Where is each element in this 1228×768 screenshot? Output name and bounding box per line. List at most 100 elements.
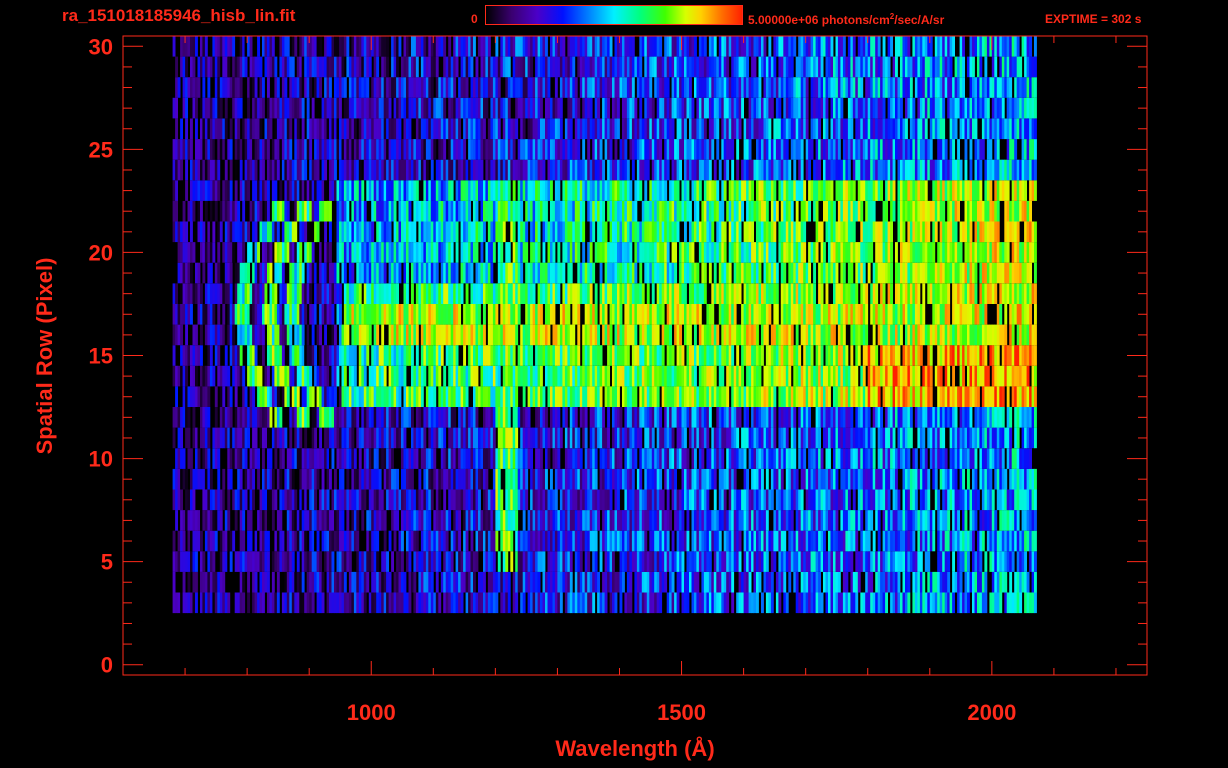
heatmap-cell bbox=[592, 386, 596, 407]
heatmap-cell bbox=[626, 551, 630, 572]
heatmap-cell bbox=[617, 510, 620, 531]
heatmap-cell bbox=[617, 571, 620, 593]
heatmap-cell bbox=[939, 592, 943, 614]
heatmap-cell bbox=[684, 283, 687, 304]
heatmap-cell bbox=[381, 365, 385, 387]
heatmap-cell bbox=[644, 407, 648, 428]
heatmap-cell bbox=[731, 489, 735, 511]
heatmap-cell bbox=[939, 324, 943, 346]
heatmap-cell bbox=[624, 324, 628, 346]
heatmap-cell bbox=[411, 468, 414, 490]
heatmap-cell bbox=[420, 407, 424, 428]
heatmap-cell bbox=[336, 283, 340, 304]
heatmap-cell bbox=[952, 489, 955, 511]
heatmap-cell bbox=[386, 427, 389, 449]
heatmap-cell bbox=[172, 468, 176, 490]
heatmap-cell bbox=[234, 262, 238, 284]
heatmap-cell bbox=[291, 551, 295, 572]
heatmap-cell bbox=[415, 304, 419, 325]
heatmap-cell bbox=[478, 448, 481, 469]
heatmap-cell bbox=[937, 551, 941, 572]
heatmap-cell bbox=[214, 448, 218, 469]
heatmap-cell bbox=[656, 407, 660, 428]
heatmap-cell bbox=[1006, 283, 1010, 304]
heatmap-cell bbox=[502, 345, 506, 366]
heatmap-cell bbox=[177, 262, 181, 284]
heatmap-cell bbox=[646, 571, 650, 593]
heatmap-cell bbox=[706, 386, 710, 407]
heatmap-cell bbox=[984, 386, 988, 407]
heatmap-cell bbox=[803, 530, 807, 552]
heatmap-cell bbox=[485, 592, 489, 614]
heatmap-cell bbox=[865, 283, 869, 304]
heatmap-cell bbox=[845, 283, 849, 304]
heatmap-cell bbox=[363, 571, 367, 593]
heatmap-cell bbox=[706, 489, 710, 511]
heatmap-cell bbox=[331, 324, 335, 346]
heatmap-cell bbox=[922, 386, 926, 407]
heatmap-cell bbox=[991, 365, 995, 387]
heatmap-cell bbox=[810, 345, 814, 366]
heatmap-cell bbox=[522, 345, 526, 366]
heatmap-cell bbox=[726, 571, 730, 593]
heatmap-cell bbox=[842, 571, 846, 593]
heatmap-cell bbox=[296, 448, 300, 469]
heatmap-cell bbox=[520, 448, 524, 469]
heatmap-cell bbox=[748, 551, 752, 572]
heatmap-cell bbox=[845, 592, 849, 614]
heatmap-cell bbox=[376, 345, 380, 366]
heatmap-cell bbox=[415, 551, 419, 572]
heatmap-cell bbox=[450, 407, 454, 428]
heatmap-cell bbox=[500, 448, 504, 469]
heatmap-cell bbox=[924, 489, 928, 511]
heatmap-cell bbox=[264, 304, 268, 325]
heatmap-cell bbox=[269, 407, 273, 428]
heatmap-cell bbox=[547, 489, 551, 511]
heatmap-cell bbox=[691, 448, 695, 469]
heatmap-cell bbox=[463, 304, 466, 325]
heatmap-cell bbox=[309, 262, 313, 284]
heatmap-cell bbox=[279, 304, 283, 325]
heatmap-cell bbox=[909, 551, 913, 572]
heatmap-cell bbox=[756, 448, 759, 469]
heatmap-cell bbox=[366, 468, 370, 490]
heatmap-cell bbox=[825, 324, 829, 346]
heatmap-cell bbox=[932, 407, 936, 428]
heatmap-cell bbox=[480, 468, 484, 490]
heatmap-cell bbox=[527, 304, 531, 325]
heatmap-cell bbox=[964, 345, 968, 366]
heatmap-cell bbox=[1011, 365, 1015, 387]
heatmap-cell bbox=[798, 386, 802, 407]
heatmap-cell bbox=[803, 365, 807, 387]
heatmap-cell bbox=[959, 551, 963, 572]
heatmap-cell bbox=[209, 365, 213, 387]
heatmap-cell bbox=[433, 324, 437, 346]
heatmap-cell bbox=[505, 510, 509, 531]
heatmap-cell bbox=[1029, 345, 1032, 366]
heatmap-cell bbox=[947, 571, 951, 593]
heatmap-cell bbox=[684, 365, 687, 387]
heatmap-cell bbox=[641, 448, 645, 469]
heatmap-cell bbox=[897, 365, 901, 387]
heatmap-cell bbox=[706, 427, 710, 449]
heatmap-cell bbox=[753, 386, 757, 407]
heatmap-cell bbox=[450, 386, 454, 407]
heatmap-cell bbox=[343, 345, 347, 366]
heatmap-cell bbox=[676, 530, 680, 552]
heatmap-cell bbox=[401, 324, 404, 346]
heatmap-cell bbox=[818, 448, 821, 469]
heatmap-cell bbox=[587, 468, 591, 490]
heatmap-cell bbox=[780, 427, 784, 449]
heatmap-cell bbox=[944, 530, 948, 552]
heatmap-cell bbox=[917, 468, 921, 490]
heatmap-cell bbox=[403, 448, 407, 469]
heatmap-cell bbox=[917, 571, 921, 593]
heatmap-cell bbox=[837, 365, 841, 387]
heatmap-cell bbox=[835, 510, 839, 531]
heatmap-cell bbox=[833, 365, 836, 387]
heatmap-cell bbox=[954, 571, 958, 593]
heatmap-cell bbox=[1016, 407, 1020, 428]
heatmap-cell bbox=[646, 592, 650, 614]
heatmap-cell bbox=[765, 592, 769, 614]
heatmap-cell bbox=[952, 365, 955, 387]
